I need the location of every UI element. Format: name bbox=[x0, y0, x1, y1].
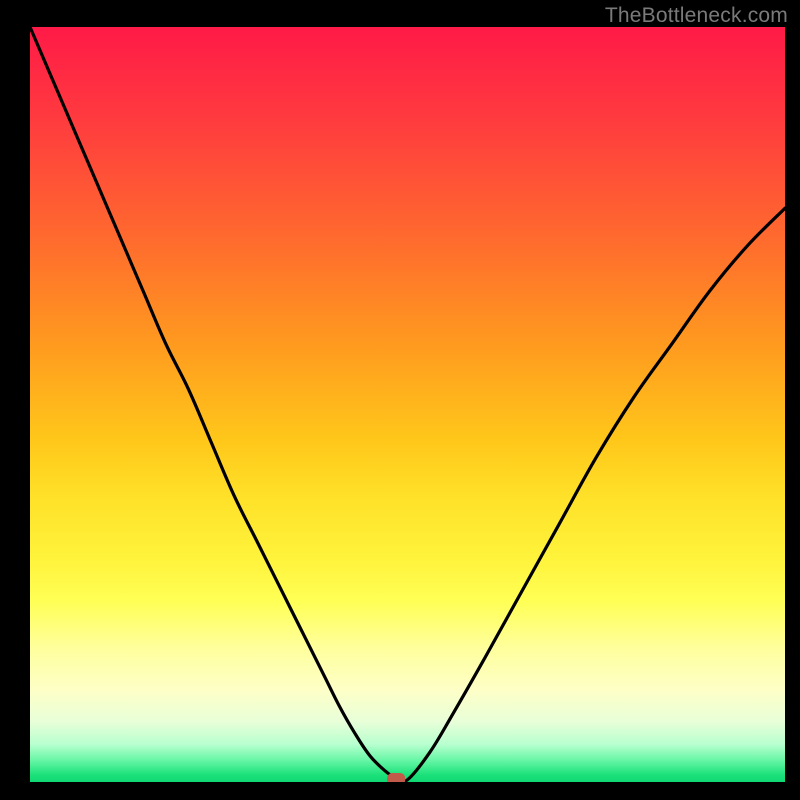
curve-layer bbox=[30, 27, 785, 782]
plot-area bbox=[30, 27, 785, 782]
minimum-marker bbox=[387, 773, 405, 782]
watermark-text: TheBottleneck.com bbox=[605, 4, 788, 28]
bottleneck-curve bbox=[30, 27, 785, 782]
chart-frame bbox=[15, 27, 785, 797]
